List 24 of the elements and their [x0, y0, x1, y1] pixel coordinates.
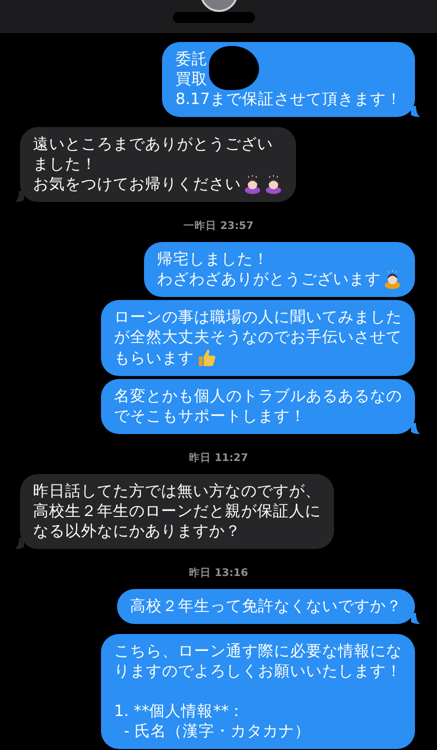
message-text: ました！: [33, 154, 97, 174]
timestamp: 昨日 13:16: [188, 566, 250, 580]
message-text: - 氏名（漢字・カタカナ）: [122, 721, 310, 741]
message-text: 高校生２年生のローンだと親が保証人に: [33, 501, 321, 521]
message-text: なる以外なにかありますか？: [33, 521, 241, 541]
message-text: お気をつけてお帰りください: [33, 174, 241, 194]
message-text: 委託: [175, 49, 208, 69]
message-text: こちら、ローン通す際に必要な情報にな: [114, 641, 402, 661]
message-text: わざわざありがとうございます: [157, 269, 381, 289]
message-text: もらいます: [114, 348, 194, 368]
message-text: 1. **個人情報**：: [114, 701, 245, 721]
message-text: 遠いところまでありがとうござい: [33, 134, 273, 154]
message-text: ローンの事は職場の人に聞いてみました: [114, 307, 402, 327]
message-text: 昨日話してた方では無い方なのですが、: [33, 481, 321, 501]
message-text: 8.17まで保証させて頂きます！: [175, 89, 402, 109]
message-text: 名変とかも個人のトラブルあるあるなの: [114, 386, 402, 406]
message-text: 高校２年生って免許なくないですか？: [130, 596, 402, 616]
message-text: が全然大丈夫そうなのでお手伝いさせて: [114, 327, 402, 347]
message-text: 帰宅しました！: [157, 249, 269, 269]
timestamp: 一昨日 23:57: [182, 219, 255, 233]
message-text: りますのでよろしくお願いいたします！: [114, 661, 402, 681]
message-text: でそこもサポートします！: [114, 406, 306, 426]
message-text: 買取: [175, 69, 208, 89]
timestamp: 昨日 11:27: [188, 451, 250, 465]
